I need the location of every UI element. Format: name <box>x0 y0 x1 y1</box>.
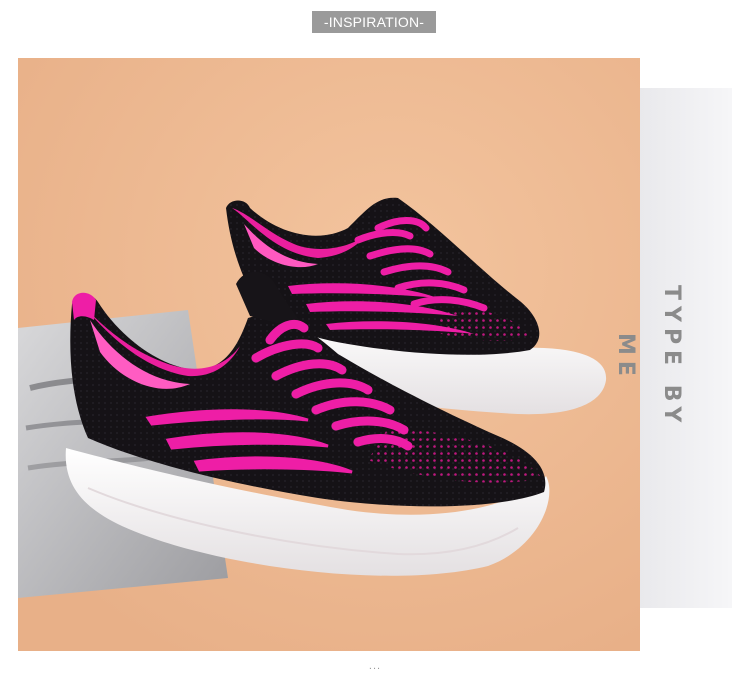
product-photo <box>18 58 640 651</box>
sneakers-illustration <box>18 58 640 651</box>
side-label: TYPE BY ME <box>613 285 684 429</box>
section-badge: -INSPIRATION- <box>312 11 436 33</box>
cropped-caption: ... <box>368 660 382 672</box>
